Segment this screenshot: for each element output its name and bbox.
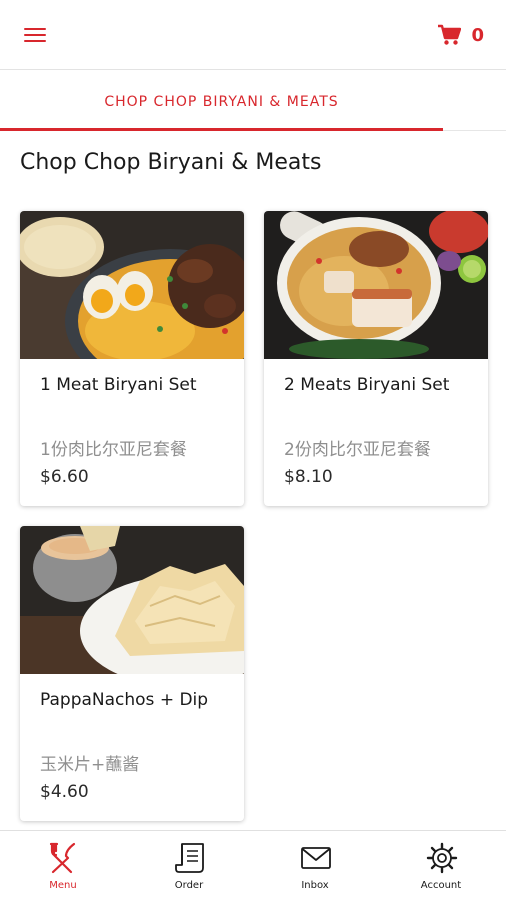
tab-label: CHOP CHOP BIRYANI & MEATS xyxy=(104,94,339,110)
nav-account[interactable]: Account xyxy=(378,831,504,900)
nav-order[interactable]: Order xyxy=(126,831,252,900)
product-price: $4.60 xyxy=(40,782,89,802)
product-price: $6.60 xyxy=(40,467,89,487)
product-name: 2 Meats Biryani Set xyxy=(284,375,450,395)
product-name-cn: 玉米片+蘸酱 xyxy=(40,755,140,775)
product-card[interactable]: PappaNachos + Dip 玉米片+蘸酱 $4.60 xyxy=(20,526,244,821)
hamburger-icon[interactable] xyxy=(24,26,46,44)
biryani-plate-photo xyxy=(20,211,244,359)
product-name-cn: 2份肉比尔亚尼套餐 xyxy=(284,440,431,460)
nav-inbox[interactable]: Inbox xyxy=(252,831,378,900)
top-app-bar: 0 xyxy=(0,0,506,70)
product-price: $8.10 xyxy=(284,467,333,487)
fork-knife-icon xyxy=(49,842,76,874)
shopping-cart-icon xyxy=(438,24,462,45)
product-name: PappaNachos + Dip xyxy=(40,690,209,710)
cart-count: 0 xyxy=(471,24,484,46)
gear-icon xyxy=(426,842,458,874)
product-card[interactable]: 1 Meat Biryani Set 1份肉比尔亚尼套餐 $6.60 xyxy=(20,211,244,506)
tab-chop-chop-biryani-meats[interactable]: CHOP CHOP BIRYANI & MEATS xyxy=(0,71,443,131)
category-tab-bar: CHOP CHOP BIRYANI & MEATS xyxy=(0,71,506,131)
nav-label: Menu xyxy=(49,880,77,891)
product-name-cn: 1份肉比尔亚尼套餐 xyxy=(40,440,187,460)
product-card[interactable]: 2 Meats Biryani Set 2份肉比尔亚尼套餐 $8.10 xyxy=(264,211,488,506)
nav-label: Account xyxy=(420,880,462,891)
papadum-nachos-photo xyxy=(20,526,244,674)
bottom-navigation: Menu Order Inbox Account xyxy=(0,830,506,900)
receipt-icon xyxy=(175,843,204,873)
cart-button[interactable]: 0 xyxy=(437,22,484,48)
product-name: 1 Meat Biryani Set xyxy=(40,375,197,395)
active-tab-indicator xyxy=(0,128,443,131)
section-title: Chop Chop Biryani & Meats xyxy=(20,150,322,175)
nav-label: Inbox xyxy=(301,880,329,891)
envelope-icon xyxy=(301,847,331,869)
biryani-bowl-photo xyxy=(264,211,488,359)
nav-label: Order xyxy=(174,880,204,891)
nav-menu[interactable]: Menu xyxy=(0,831,126,900)
